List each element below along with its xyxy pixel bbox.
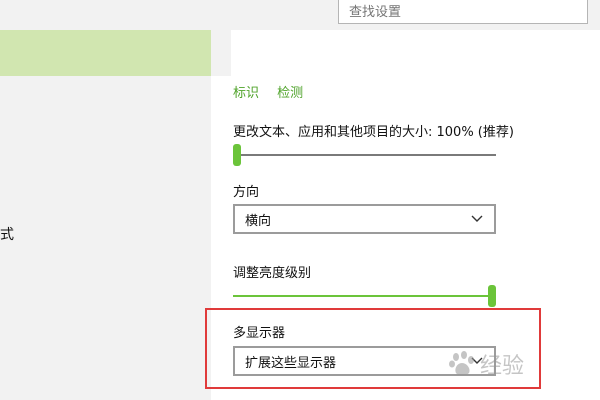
search-input[interactable] — [339, 0, 587, 23]
identify-link[interactable]: 标识 — [233, 86, 259, 101]
scale-slider-thumb[interactable] — [233, 144, 241, 166]
sidebar-selected-item[interactable] — [0, 30, 211, 76]
multi-display-dropdown[interactable]: 扩展这些显示器 — [233, 346, 496, 376]
brightness-slider-thumb[interactable] — [488, 285, 496, 307]
panel-header-gap — [211, 30, 231, 76]
orientation-label: 方向 — [233, 185, 260, 200]
brightness-label: 调整亮度级别 — [233, 266, 312, 281]
orientation-selected-value: 横向 — [245, 213, 272, 229]
sidebar-item-label[interactable]: 式 — [0, 224, 14, 244]
chevron-down-icon — [471, 215, 483, 222]
search-box[interactable] — [338, 0, 588, 24]
scale-slider-track[interactable] — [233, 154, 496, 156]
multi-display-selected-value: 扩展这些显示器 — [245, 355, 337, 371]
multi-display-label: 多显示器 — [233, 326, 286, 341]
chevron-down-icon — [471, 357, 483, 364]
display-links: 标识 检测 — [233, 82, 303, 101]
detect-link[interactable]: 检测 — [277, 86, 303, 101]
scale-label: 更改文本、应用和其他项目的大小: 100% (推荐) — [233, 125, 514, 140]
orientation-dropdown[interactable]: 横向 — [233, 204, 496, 234]
brightness-slider-track[interactable] — [233, 295, 496, 297]
